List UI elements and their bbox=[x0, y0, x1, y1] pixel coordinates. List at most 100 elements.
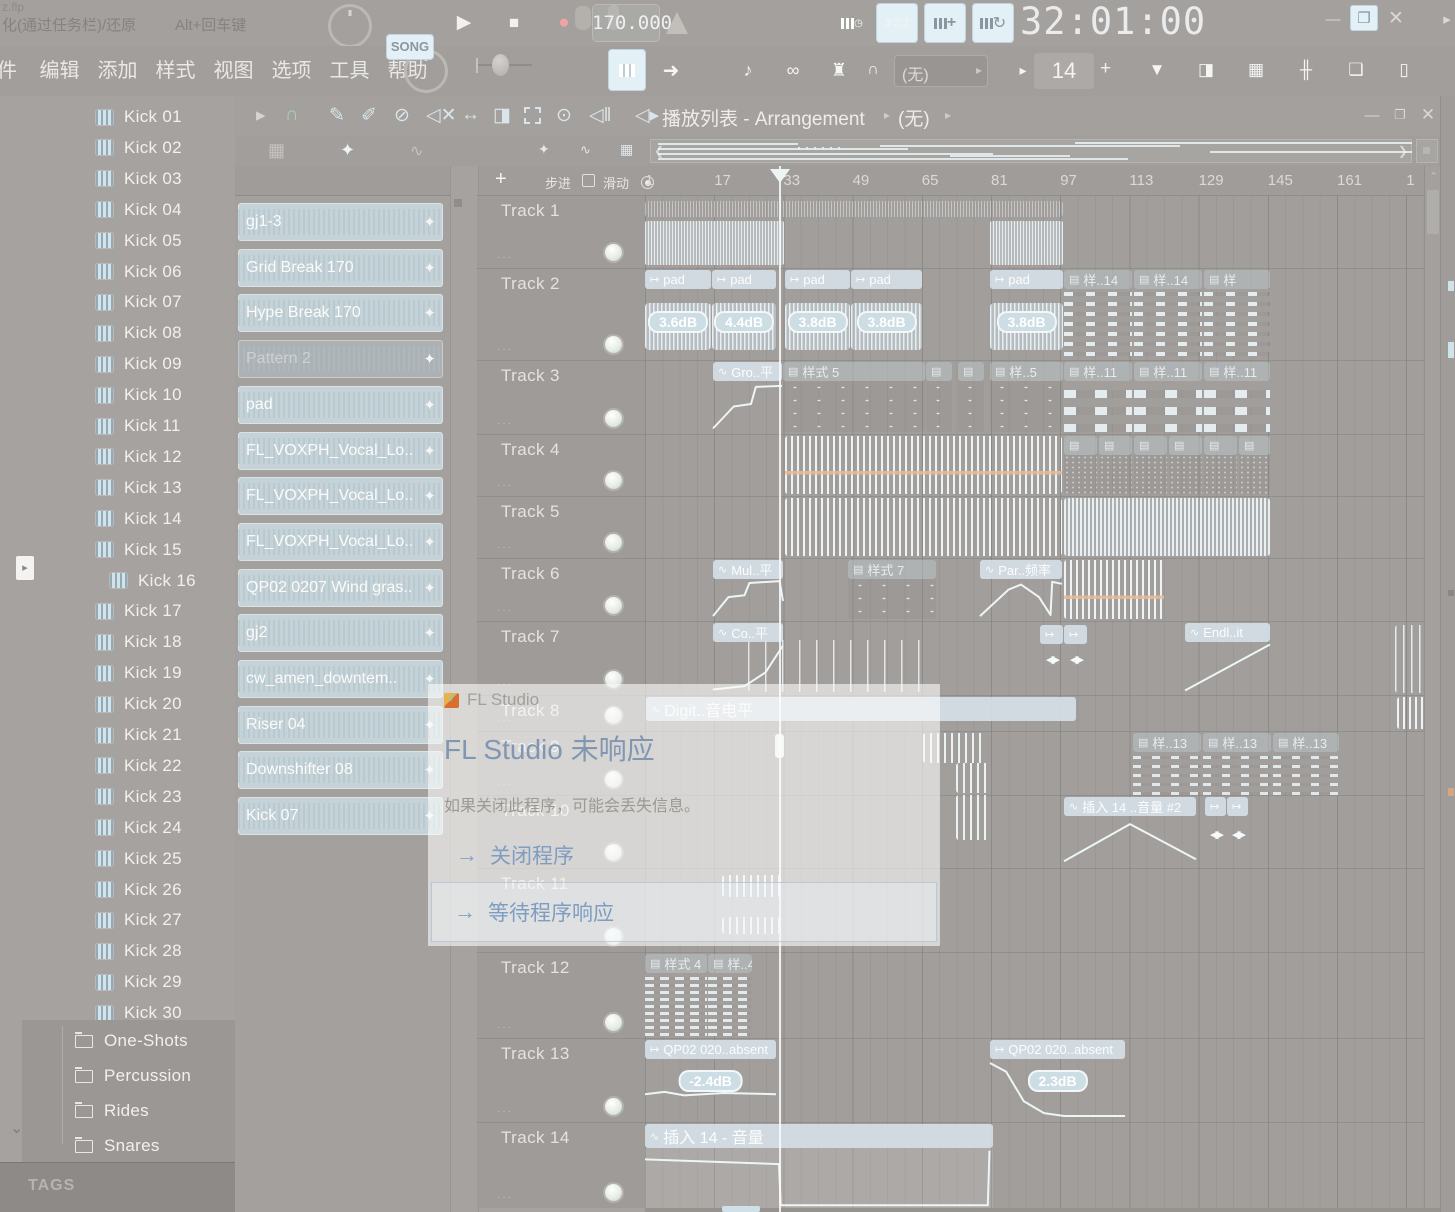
bottom-scroll-thumb[interactable] bbox=[722, 1206, 760, 1212]
metronome-icon[interactable] bbox=[666, 12, 688, 34]
audio-waveform-clip[interactable] bbox=[645, 221, 784, 265]
browser-item[interactable]: Kick 27 bbox=[96, 907, 226, 933]
audio-waveform-clip[interactable] bbox=[645, 201, 1063, 217]
browser-item[interactable]: Kick 06 bbox=[96, 259, 226, 285]
snap-selector[interactable]: (无) bbox=[902, 61, 929, 85]
minimize-button[interactable]: — bbox=[1323, 8, 1343, 30]
pattern-selector[interactable]: 14 bbox=[1052, 58, 1076, 83]
browser-item[interactable]: Kick 14 bbox=[96, 506, 226, 532]
automation-source-tab-icon[interactable]: ∿ bbox=[410, 141, 423, 161]
song-mode-button[interactable]: SONG bbox=[386, 34, 434, 60]
browser-item[interactable]: Kick 05 bbox=[96, 228, 226, 254]
gain-badge[interactable]: 4.4dB bbox=[713, 311, 775, 333]
browser-item[interactable]: Kick 24 bbox=[96, 815, 226, 841]
pattern-clip[interactable]: ▤ 样..11 bbox=[1204, 362, 1270, 432]
scroll-thumb[interactable] bbox=[1427, 190, 1439, 234]
browser-item[interactable]: Kick 01 bbox=[96, 104, 226, 130]
automation-clip[interactable]: ∿ 插入 14 ..音量 #2 bbox=[1063, 797, 1197, 865]
paint-tool-icon[interactable]: ✐ bbox=[361, 104, 377, 127]
metronome-headphones-icon[interactable]: ∩ bbox=[862, 51, 884, 89]
pattern-clip[interactable]: ▤ bbox=[958, 362, 984, 432]
browser-item[interactable]: Kick 07 bbox=[96, 289, 226, 315]
pattern-clip[interactable]: ▤ 样式 7 bbox=[848, 560, 936, 619]
clip-panel-item[interactable]: FL_VOXPH_Vocal_Lo.. ✦ bbox=[238, 522, 443, 561]
mute-tool-icon[interactable]: ◁✕ bbox=[426, 104, 457, 127]
close-program-button[interactable]: → 关闭程序 bbox=[456, 840, 574, 870]
pattern-clip[interactable]: ▤ bbox=[1064, 436, 1097, 494]
browser-item[interactable]: Kick 17 bbox=[96, 598, 226, 624]
record-button[interactable]: ● bbox=[546, 3, 582, 43]
wait-option-box[interactable]: → 等待程序响应 bbox=[431, 882, 937, 942]
playback-tool-icon[interactable]: ◁‖ bbox=[589, 104, 611, 127]
menu-item-工具[interactable]: 工具 bbox=[320, 46, 378, 96]
audio-clip[interactable]: ↦ pad 3.8dB bbox=[851, 270, 922, 356]
select-tool-icon[interactable] bbox=[524, 107, 541, 124]
chevron-down-icon[interactable]: ⌄ bbox=[10, 1118, 23, 1138]
draw-tool-icon[interactable]: ✎ bbox=[329, 104, 345, 127]
automation-clip[interactable]: ∿ Gro..平 bbox=[712, 362, 783, 432]
gain-badge[interactable]: 3.8dB bbox=[787, 311, 848, 333]
automation-clip[interactable]: ∿ Par..频率 bbox=[979, 560, 1063, 619]
browser-item[interactable]: Kick 12 bbox=[96, 444, 226, 470]
mini-audio-icon[interactable]: ✦ bbox=[538, 141, 550, 158]
picker-panel-icon[interactable]: ▼ bbox=[1137, 49, 1177, 91]
audio-waveform-clip[interactable] bbox=[990, 221, 1063, 265]
gain-badge[interactable]: 2.3dB bbox=[1027, 1070, 1088, 1093]
clip-panel-item[interactable]: Kick 07✦ bbox=[238, 797, 443, 836]
wait-program-button[interactable]: → 等待程序响应 bbox=[454, 897, 614, 927]
clip-panel-item[interactable]: cw_amen_downtem.. ✦ bbox=[238, 660, 443, 698]
minimap-scrollbar[interactable]: ❮ ❯ bbox=[650, 139, 1412, 163]
audio-clip[interactable]: ↦ pad 4.4dB bbox=[712, 270, 776, 356]
browser-item[interactable]: Kick 19 bbox=[96, 660, 226, 686]
audio-bars-clip[interactable] bbox=[956, 763, 990, 793]
audio-clip[interactable]: ↦ ◀▶ bbox=[1205, 797, 1226, 859]
playlist-restore-button[interactable]: ❐ bbox=[1390, 105, 1410, 125]
shuffle-slider-handle[interactable] bbox=[492, 54, 509, 76]
magnet-icon[interactable]: ∩ bbox=[285, 104, 299, 126]
pattern-clip[interactable]: ▤ bbox=[1239, 436, 1270, 494]
automation-clip[interactable]: ∿ Co..平 bbox=[712, 623, 784, 693]
plugin-picker-icon[interactable]: ▯ bbox=[1384, 49, 1424, 91]
wait-input-icon[interactable]: ◷ bbox=[832, 3, 872, 43]
gain-badge[interactable]: 3.6dB bbox=[647, 311, 709, 333]
mixer-icon[interactable]: ╫ bbox=[1286, 49, 1326, 91]
clip-panel-item[interactable]: gj2 ✦ bbox=[238, 614, 443, 653]
gain-badge[interactable]: 3.8dB bbox=[856, 311, 917, 333]
audio-clip[interactable]: ↦ ◀▶ bbox=[1064, 625, 1087, 680]
menu-item-样式[interactable]: 样式 bbox=[146, 46, 204, 96]
audio-clip[interactable]: ↦ ◀▶ bbox=[1227, 797, 1248, 859]
delete-tool-icon[interactable]: ⊘ bbox=[394, 104, 410, 127]
timeline-ruler[interactable]: + 步进 滑动 1 17 33 49 65 81 97 113 129 145 161 1 bbox=[235, 166, 1440, 196]
folder-item[interactable]: One-Shots bbox=[75, 1028, 235, 1054]
browser-item[interactable]: Kick 10 bbox=[96, 382, 226, 408]
browser-item[interactable]: Kick 02 bbox=[96, 135, 226, 161]
pattern-clip[interactable]: ▤ 样式 5 bbox=[783, 362, 925, 432]
clip-panel-item[interactable]: Grid Break 170 ✦ bbox=[238, 248, 443, 287]
audio-clip[interactable]: ↦ pad 3.6dB bbox=[645, 270, 711, 356]
detach-icon[interactable]: ▸ bbox=[256, 104, 266, 127]
pattern-clip[interactable]: ▤ bbox=[926, 362, 952, 432]
strip-handle[interactable] bbox=[454, 199, 462, 207]
audio-clip[interactable]: ↦ QP02 020..absent -2.4dB bbox=[644, 1040, 777, 1120]
browser-item[interactable]: Kick 23 bbox=[96, 784, 226, 810]
browser-item[interactable]: Kick 21 bbox=[96, 722, 226, 748]
step-checkbox[interactable] bbox=[582, 174, 595, 187]
pattern-clip[interactable]: ▤ 样..11 bbox=[1064, 362, 1132, 432]
playlist-minimize-button[interactable]: — bbox=[1362, 105, 1382, 125]
browser-item[interactable]: Kick 04 bbox=[96, 197, 226, 223]
audio-bars-clip[interactable] bbox=[1064, 560, 1164, 619]
pattern-clip[interactable]: ▤ bbox=[1169, 436, 1202, 494]
browser-item[interactable]: Kick 09 bbox=[96, 351, 226, 377]
pattern-source-tab-icon[interactable]: ▦ bbox=[268, 140, 285, 161]
audio-clip[interactable]: ↦ ◀▶ bbox=[1040, 625, 1063, 680]
main-volume-knob[interactable] bbox=[328, 4, 372, 48]
clip-panel-item[interactable]: FL_VOXPH_Vocal_Lo.. ✦ bbox=[238, 431, 443, 470]
folder-item[interactable]: Rides bbox=[75, 1098, 235, 1124]
folder-item[interactable]: Percussion bbox=[75, 1063, 235, 1089]
browser-item[interactable]: Kick 15 bbox=[96, 537, 226, 563]
add-track-button[interactable]: + bbox=[495, 168, 507, 191]
folder-item[interactable]: Snares bbox=[75, 1133, 235, 1159]
pattern-clip[interactable]: ▤ 样..4 bbox=[708, 954, 752, 1036]
clip-panel-item[interactable]: Pattern 2 ✦ bbox=[238, 340, 443, 379]
browser-item[interactable]: Kick 11 bbox=[96, 413, 226, 439]
